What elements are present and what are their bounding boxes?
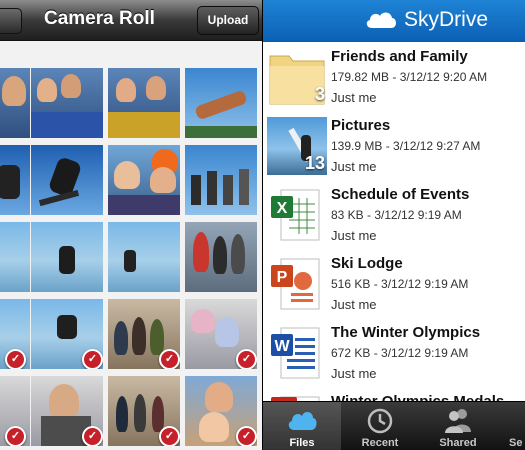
photo-thumbnail[interactable]: ✓: [185, 376, 257, 446]
photo-thumbnail[interactable]: [31, 145, 103, 215]
selected-check-icon: ✓: [236, 426, 257, 446]
camera-roll-screen: ✓ ✓ ✓ ✓ ✓ ✓ ✓ ✓ Camera Roll Upload: [0, 0, 262, 450]
photo-thumbnail[interactable]: [108, 222, 180, 292]
list-item[interactable]: 3 Friends and Family 179.82 MB - 3/12/12…: [263, 42, 525, 112]
photo-folder-icon: 13: [267, 117, 327, 175]
photo-thumbnail[interactable]: ✓: [31, 299, 103, 369]
item-meta: 516 KB - 3/12/12 9:19 AM: [331, 277, 469, 291]
photo-thumbnail[interactable]: [0, 222, 30, 292]
item-name: Ski Lodge: [331, 255, 403, 272]
photo-thumbnail[interactable]: ✓: [0, 376, 30, 446]
item-name: Pictures: [331, 117, 391, 134]
item-owner: Just me: [331, 297, 377, 312]
item-name: Friends and Family: [331, 48, 468, 65]
photo-thumbnail[interactable]: [185, 145, 257, 215]
item-owner: Just me: [331, 90, 377, 105]
upload-button[interactable]: Upload: [197, 6, 259, 35]
skydrive-cloud-icon: [366, 12, 396, 28]
tab-label: Recent: [361, 437, 399, 449]
selected-check-icon: ✓: [159, 426, 180, 446]
item-owner: Just me: [331, 159, 377, 174]
list-item[interactable]: X Schedule of Events 83 KB - 3/12/12 9:1…: [263, 180, 525, 250]
tab-label: Shared: [439, 437, 477, 449]
photo-thumbnail[interactable]: ✓: [108, 376, 180, 446]
skydrive-navbar: SkyDrive: [263, 0, 525, 42]
photo-thumbnail[interactable]: ✓: [108, 299, 180, 369]
selected-check-icon: ✓: [82, 349, 103, 369]
item-count-badge: 3: [314, 84, 325, 104]
skydrive-screen: SkyDrive 3 Friends and Family 179.82 MB …: [263, 0, 525, 450]
word-document-icon: W: [267, 324, 327, 382]
photo-thumbnail[interactable]: [185, 68, 257, 138]
photo-thumbnail[interactable]: [0, 145, 30, 215]
excel-document-icon: X: [267, 186, 327, 244]
item-meta: 139.9 MB - 3/12/12 9:27 AM: [331, 139, 481, 153]
svg-text:W: W: [274, 338, 290, 355]
item-owner: Just me: [331, 228, 377, 243]
tab-label: Se: [509, 437, 523, 449]
selected-check-icon: ✓: [82, 426, 103, 446]
photo-thumbnail[interactable]: [185, 222, 257, 292]
selected-check-icon: ✓: [5, 426, 26, 446]
folder-icon: 3: [267, 48, 327, 106]
tab-files[interactable]: Files: [263, 402, 341, 450]
selected-check-icon: ✓: [159, 349, 180, 369]
tab-label: Files: [289, 437, 315, 449]
item-name: Schedule of Events: [331, 186, 470, 203]
camera-roll-navbar: Camera Roll Upload: [0, 0, 262, 41]
item-name: The Winter Olympics: [331, 324, 481, 341]
tab-settings[interactable]: Se: [497, 402, 525, 450]
item-meta: 179.82 MB - 3/12/12 9:20 AM: [331, 70, 488, 84]
selected-check-icon: ✓: [5, 349, 26, 369]
back-button[interactable]: [0, 8, 22, 34]
tab-shared[interactable]: Shared: [419, 402, 497, 450]
photo-thumbnail[interactable]: ✓: [0, 299, 30, 369]
tab-recent[interactable]: Recent: [341, 402, 419, 450]
svg-text:X: X: [277, 200, 288, 217]
photo-thumbnail[interactable]: [0, 68, 30, 138]
list-item[interactable]: P Ski Lodge 516 KB - 3/12/12 9:19 AM Jus…: [263, 249, 525, 319]
photo-thumbnail[interactable]: [31, 68, 103, 138]
photo-thumbnail[interactable]: ✓: [31, 376, 103, 446]
clock-icon: [367, 408, 393, 434]
cloud-icon: [288, 412, 317, 430]
photo-thumbnail[interactable]: ✓: [185, 299, 257, 369]
item-owner: Just me: [331, 366, 377, 381]
item-meta: 83 KB - 3/12/12 9:19 AM: [331, 208, 462, 222]
powerpoint-document-icon: P: [267, 255, 327, 313]
svg-text:P: P: [277, 269, 288, 286]
photo-thumbnail[interactable]: [108, 145, 180, 215]
tab-bar: Files Recent Shared Se: [263, 401, 525, 450]
item-meta: 672 KB - 3/12/12 9:19 AM: [331, 346, 469, 360]
photo-thumbnail[interactable]: [31, 222, 103, 292]
app-title: SkyDrive: [404, 8, 489, 31]
selected-check-icon: ✓: [236, 349, 257, 369]
people-icon: [445, 409, 471, 433]
item-count-badge: 13: [304, 153, 325, 173]
list-item[interactable]: W The Winter Olympics 672 KB - 3/12/12 9…: [263, 318, 525, 388]
list-item[interactable]: 13 Pictures 139.9 MB - 3/12/12 9:27 AM J…: [263, 111, 525, 181]
photo-thumbnail[interactable]: [108, 68, 180, 138]
page-title: Camera Roll: [44, 8, 155, 29]
